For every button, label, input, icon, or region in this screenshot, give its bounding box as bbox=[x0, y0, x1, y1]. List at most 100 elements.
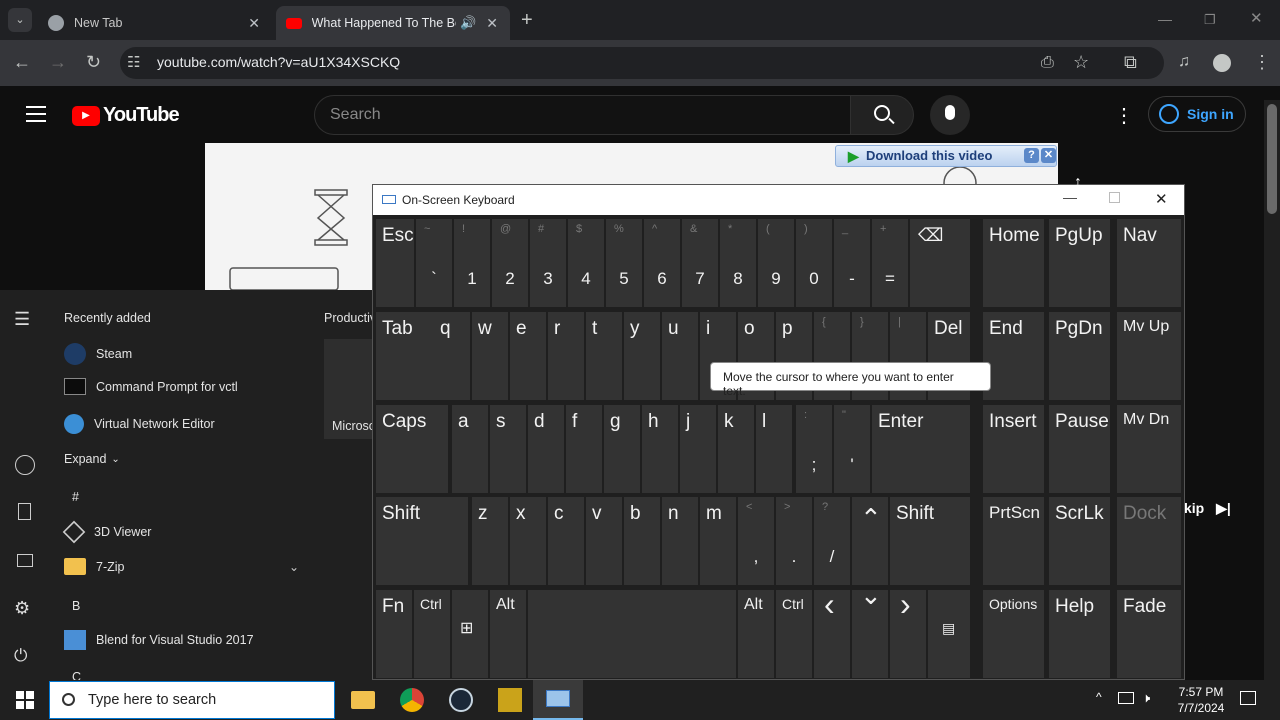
key-8[interactable]: * 8 bbox=[720, 219, 756, 307]
key-2[interactable]: @2 bbox=[492, 219, 528, 307]
key-up-arrow[interactable]: ⌃ bbox=[852, 497, 888, 585]
key-u[interactable]: u bbox=[662, 312, 698, 400]
settings-gear-icon[interactable]: ⚙ bbox=[14, 598, 30, 619]
close-tab-icon[interactable]: ✕ bbox=[248, 15, 260, 32]
sign-in-button[interactable]: Sign in bbox=[1148, 96, 1246, 132]
chrome-taskbar-icon[interactable] bbox=[400, 688, 424, 712]
user-account-icon[interactable] bbox=[15, 455, 35, 475]
key-f[interactable]: f bbox=[566, 405, 602, 493]
search-button[interactable] bbox=[850, 95, 914, 135]
new-tab-icon[interactable]: + bbox=[521, 10, 533, 30]
expand-button[interactable]: Expand ⌄ bbox=[64, 452, 120, 466]
key-ctrl-right[interactable]: Ctrl bbox=[776, 590, 812, 678]
close-tab-icon[interactable]: ✕ bbox=[486, 15, 498, 32]
key-down-arrow[interactable]: ⌄ bbox=[852, 580, 888, 678]
media-control-icon[interactable]: ♫ bbox=[1178, 53, 1190, 71]
key-menu[interactable]: ▤ bbox=[928, 590, 970, 678]
back-icon[interactable]: ← bbox=[13, 53, 31, 71]
key-mvup[interactable]: Mv Up bbox=[1117, 312, 1181, 400]
volume-muted-icon[interactable]: 🕨 bbox=[1142, 690, 1150, 706]
documents-icon[interactable] bbox=[18, 503, 31, 520]
key-semicolon[interactable]: :; bbox=[796, 405, 832, 493]
osk-taskbar-button[interactable] bbox=[533, 680, 583, 720]
key-backspace[interactable]: ⌫ bbox=[910, 219, 970, 307]
close-window-icon[interactable]: ✕ bbox=[1250, 10, 1263, 28]
key-s[interactable]: s bbox=[490, 405, 526, 493]
pictures-icon[interactable] bbox=[17, 554, 33, 567]
key-y[interactable]: y bbox=[624, 312, 660, 400]
key-z[interactable]: z bbox=[472, 497, 508, 585]
section-hash[interactable]: # bbox=[72, 490, 79, 504]
microsoft-tile[interactable]: Microso bbox=[324, 339, 376, 439]
taskbar-clock[interactable]: 7:57 PM 7/7/2024 bbox=[1170, 684, 1232, 716]
key-3[interactable]: #3 bbox=[530, 219, 566, 307]
key-4[interactable]: $4 bbox=[568, 219, 604, 307]
key-right-arrow[interactable]: › bbox=[890, 586, 926, 678]
key-j[interactable]: j bbox=[680, 405, 716, 493]
notification-center-icon[interactable] bbox=[1240, 691, 1256, 705]
key-mvdn[interactable]: Mv Dn bbox=[1117, 405, 1181, 493]
key-windows[interactable]: ⊞ bbox=[452, 590, 488, 678]
file-explorer-icon[interactable] bbox=[351, 691, 375, 709]
key-home[interactable]: Home bbox=[983, 219, 1044, 307]
tab-search-button[interactable]: ⌄ bbox=[8, 8, 32, 32]
key-shift-left[interactable]: Shift bbox=[376, 497, 468, 585]
key-h[interactable]: h bbox=[642, 405, 678, 493]
start-item-virtual-network-editor[interactable]: Virtual Network Editor bbox=[64, 414, 215, 434]
key-pause[interactable]: Pause bbox=[1049, 405, 1110, 493]
steam-taskbar-icon[interactable] bbox=[449, 688, 473, 712]
key--[interactable]: _ - bbox=[834, 219, 870, 307]
key-5[interactable]: % 5 bbox=[606, 219, 642, 307]
key-x[interactable]: x bbox=[510, 497, 546, 585]
search-input[interactable]: Search bbox=[314, 95, 851, 135]
profile-icon[interactable] bbox=[1213, 54, 1231, 72]
key-fade[interactable]: Fade bbox=[1117, 590, 1181, 678]
key-quote[interactable]: " ' bbox=[834, 405, 870, 493]
audio-playing-icon[interactable]: 🔊 bbox=[460, 15, 476, 31]
download-video-bar[interactable]: ▶ Download this video ? ✕ bbox=[835, 145, 1057, 167]
key-alt-left[interactable]: Alt bbox=[490, 590, 526, 678]
power-icon[interactable]: ⏻ bbox=[14, 646, 27, 666]
osk-maximize-icon[interactable] bbox=[1109, 192, 1120, 203]
tab-youtube[interactable]: What Happened To The Boe 🔊 ✕ bbox=[276, 6, 510, 40]
key-t[interactable]: t bbox=[586, 312, 622, 400]
key-left-arrow[interactable]: ‹ bbox=[814, 586, 850, 678]
osk-title-bar[interactable]: On-Screen Keyboard — ✕ bbox=[373, 185, 1184, 215]
start-item-blend[interactable]: Blend for Visual Studio 2017 bbox=[64, 630, 254, 650]
close-download-bar-icon[interactable]: ✕ bbox=[1041, 148, 1056, 163]
forward-icon[interactable]: → bbox=[49, 53, 67, 71]
key-m[interactable]: m bbox=[700, 497, 736, 585]
site-info-icon[interactable]: ☷ bbox=[127, 54, 140, 72]
player-skip-label[interactable]: kip ▶| bbox=[1184, 500, 1231, 517]
key-6[interactable]: ^ 6 bbox=[644, 219, 680, 307]
key-end[interactable]: End bbox=[983, 312, 1044, 400]
key-ctrl-left[interactable]: Ctrl bbox=[414, 590, 450, 678]
key-fn[interactable]: Fn bbox=[376, 590, 412, 678]
key-b[interactable]: b bbox=[624, 497, 660, 585]
key-w[interactable]: w bbox=[472, 312, 508, 400]
key-shift-right[interactable]: Shift bbox=[890, 497, 970, 585]
key-v[interactable]: v bbox=[586, 497, 622, 585]
key-comma[interactable]: <, bbox=[738, 497, 774, 585]
scrollbar-thumb[interactable] bbox=[1267, 104, 1277, 214]
key-period[interactable]: >. bbox=[776, 497, 812, 585]
reload-icon[interactable]: ↻ bbox=[86, 53, 101, 71]
key-prtscn[interactable]: PrtScn bbox=[983, 497, 1044, 585]
key-nav[interactable]: Nav bbox=[1117, 219, 1181, 307]
key-7[interactable]: & 7 bbox=[682, 219, 718, 307]
key-pgdn[interactable]: PgDn bbox=[1049, 312, 1110, 400]
key-=[interactable]: + = bbox=[872, 219, 908, 307]
minimize-window-icon[interactable]: — bbox=[1158, 10, 1172, 28]
start-item-7zip[interactable]: 7-Zip bbox=[64, 558, 124, 575]
key-1[interactable]: ! 1 bbox=[454, 219, 490, 307]
key-insert[interactable]: Insert bbox=[983, 405, 1044, 493]
youtube-logo[interactable]: ▶ YouTube bbox=[72, 104, 180, 127]
key-dock[interactable]: Dock bbox=[1117, 497, 1181, 585]
key-l[interactable]: l bbox=[756, 405, 792, 493]
key-0[interactable]: ) 0 bbox=[796, 219, 832, 307]
key-c[interactable]: c bbox=[548, 497, 584, 585]
key-slash[interactable]: ? / bbox=[814, 497, 850, 585]
osk-close-icon[interactable]: ✕ bbox=[1155, 190, 1168, 208]
start-item-steam[interactable]: Steam bbox=[64, 343, 132, 365]
extensions-icon[interactable]: ⧉ bbox=[1124, 53, 1137, 71]
